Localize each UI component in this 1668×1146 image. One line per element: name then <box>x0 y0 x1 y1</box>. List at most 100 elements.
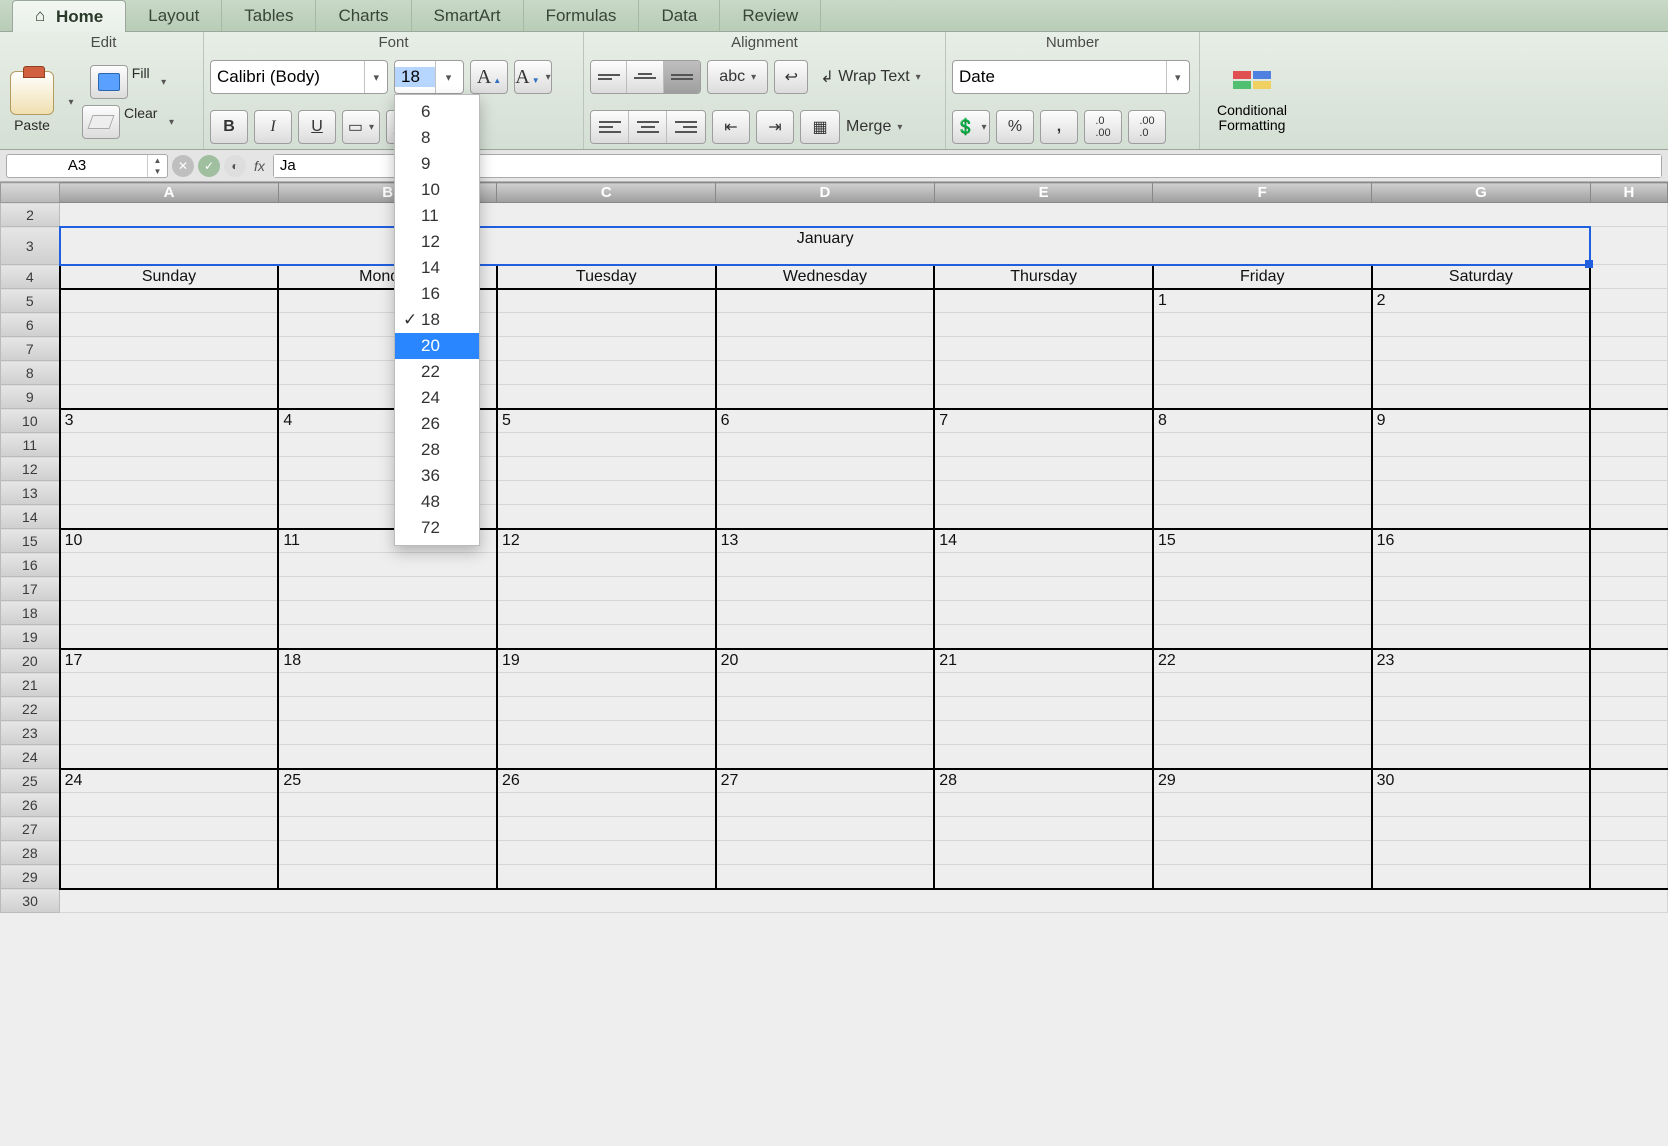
calendar-cell[interactable] <box>497 505 716 529</box>
calendar-cell[interactable] <box>1372 673 1591 697</box>
row-header[interactable]: 6 <box>1 313 60 337</box>
calendar-cell[interactable]: 22 <box>1153 649 1372 673</box>
calendar-cell[interactable] <box>497 817 716 841</box>
calendar-cell[interactable] <box>1153 745 1372 769</box>
font-size-option[interactable]: 11 <box>395 203 479 229</box>
calendar-cell[interactable] <box>60 673 279 697</box>
calendar-cell[interactable] <box>716 601 935 625</box>
calendar-cell[interactable] <box>1153 313 1372 337</box>
row-header[interactable]: 27 <box>1 817 60 841</box>
calendar-cell[interactable] <box>716 361 935 385</box>
calendar-cell[interactable] <box>716 577 935 601</box>
day-header[interactable]: Sunday <box>60 265 279 289</box>
calendar-cell[interactable] <box>716 865 935 889</box>
calendar-cell[interactable] <box>1372 625 1591 649</box>
calendar-cell[interactable] <box>1372 553 1591 577</box>
row-header[interactable]: 30 <box>1 889 60 913</box>
font-size-option[interactable]: 9 <box>395 151 479 177</box>
calendar-cell[interactable] <box>716 793 935 817</box>
col-header-G[interactable]: G <box>1372 183 1591 203</box>
calendar-cell[interactable] <box>716 745 935 769</box>
calendar-cell[interactable]: 27 <box>716 769 935 793</box>
font-name-arrow[interactable] <box>364 61 387 93</box>
calendar-cell[interactable]: 25 <box>278 769 497 793</box>
row-header[interactable]: 28 <box>1 841 60 865</box>
tab-smartart[interactable]: SmartArt <box>412 0 524 31</box>
font-size-combo[interactable] <box>394 60 464 94</box>
calendar-cell[interactable] <box>934 673 1153 697</box>
cell[interactable] <box>1590 793 1667 817</box>
calendar-cell[interactable] <box>1372 601 1591 625</box>
number-format-input[interactable] <box>953 67 1166 87</box>
day-header[interactable]: Thursday <box>934 265 1153 289</box>
row-header[interactable]: 17 <box>1 577 60 601</box>
cell[interactable] <box>1590 265 1667 289</box>
calendar-cell[interactable] <box>716 385 935 409</box>
number-format-combo[interactable] <box>952 60 1190 94</box>
border-button[interactable]: ▭ <box>342 110 380 144</box>
calendar-cell[interactable]: 18 <box>278 649 497 673</box>
calendar-cell[interactable] <box>934 697 1153 721</box>
h-align-left[interactable] <box>591 111 629 143</box>
calendar-cell[interactable] <box>278 865 497 889</box>
font-size-option[interactable]: 28 <box>395 437 479 463</box>
row-header[interactable]: 5 <box>1 289 60 313</box>
calendar-cell[interactable] <box>934 553 1153 577</box>
font-size-option[interactable]: 36 <box>395 463 479 489</box>
merge-dropdown[interactable]: Merge <box>846 110 902 144</box>
shrink-font-button[interactable]: A <box>514 60 552 94</box>
font-size-option[interactable]: 6 <box>395 99 479 125</box>
calendar-cell[interactable] <box>1153 865 1372 889</box>
calendar-cell[interactable] <box>60 793 279 817</box>
calendar-cell[interactable]: 5 <box>497 409 716 433</box>
calendar-cell[interactable] <box>497 481 716 505</box>
cell[interactable] <box>1590 865 1667 889</box>
font-name-input[interactable] <box>211 67 364 87</box>
row-header[interactable]: 24 <box>1 745 60 769</box>
calendar-cell[interactable] <box>1153 337 1372 361</box>
calendar-cell[interactable] <box>497 841 716 865</box>
calendar-cell[interactable]: 1 <box>1153 289 1372 313</box>
calendar-cell[interactable] <box>1153 577 1372 601</box>
calendar-cell[interactable]: 2 <box>1372 289 1591 313</box>
cell[interactable] <box>1590 457 1667 481</box>
calendar-cell[interactable] <box>934 481 1153 505</box>
calendar-cell[interactable]: 16 <box>1372 529 1591 553</box>
tab-charts[interactable]: Charts <box>316 0 411 31</box>
fill-icon-button[interactable] <box>90 65 128 99</box>
indent-decrease-button[interactable]: ⇤ <box>712 110 750 144</box>
calendar-cell[interactable]: 10 <box>60 529 279 553</box>
calendar-cell[interactable] <box>934 457 1153 481</box>
clear-dropdown[interactable] <box>161 105 175 139</box>
row-header[interactable]: 10 <box>1 409 60 433</box>
col-header-D[interactable]: D <box>716 183 935 203</box>
tab-layout[interactable]: Layout <box>126 0 222 31</box>
calendar-cell[interactable] <box>1153 721 1372 745</box>
calendar-cell[interactable]: 9 <box>1372 409 1591 433</box>
fx-options-button[interactable]: ◐ <box>224 155 246 177</box>
calendar-cell[interactable] <box>60 385 279 409</box>
cell[interactable] <box>1590 649 1667 673</box>
calendar-cell[interactable] <box>1153 385 1372 409</box>
calendar-cell[interactable] <box>716 457 935 481</box>
calendar-cell[interactable] <box>716 625 935 649</box>
v-align-mid[interactable] <box>627 61 663 93</box>
calendar-cell[interactable] <box>497 673 716 697</box>
h-align-center[interactable] <box>629 111 667 143</box>
name-box-stepper[interactable]: ▲▼ <box>147 155 167 177</box>
cell[interactable] <box>60 203 1668 227</box>
row-header[interactable]: 8 <box>1 361 60 385</box>
font-size-option[interactable]: 26 <box>395 411 479 437</box>
calendar-cell[interactable] <box>716 697 935 721</box>
calendar-cell[interactable] <box>60 433 279 457</box>
wrap-icon-button[interactable]: ↩ <box>774 60 808 94</box>
indent-increase-button[interactable]: ⇥ <box>756 110 794 144</box>
col-header-H[interactable]: H <box>1590 183 1667 203</box>
row-header[interactable]: 2 <box>1 203 60 227</box>
calendar-cell[interactable]: 20 <box>716 649 935 673</box>
calendar-cell[interactable] <box>716 505 935 529</box>
cell[interactable] <box>1590 409 1667 433</box>
calendar-cell[interactable] <box>60 289 279 313</box>
fill-dropdown[interactable] <box>154 65 168 99</box>
calendar-cell[interactable] <box>934 745 1153 769</box>
